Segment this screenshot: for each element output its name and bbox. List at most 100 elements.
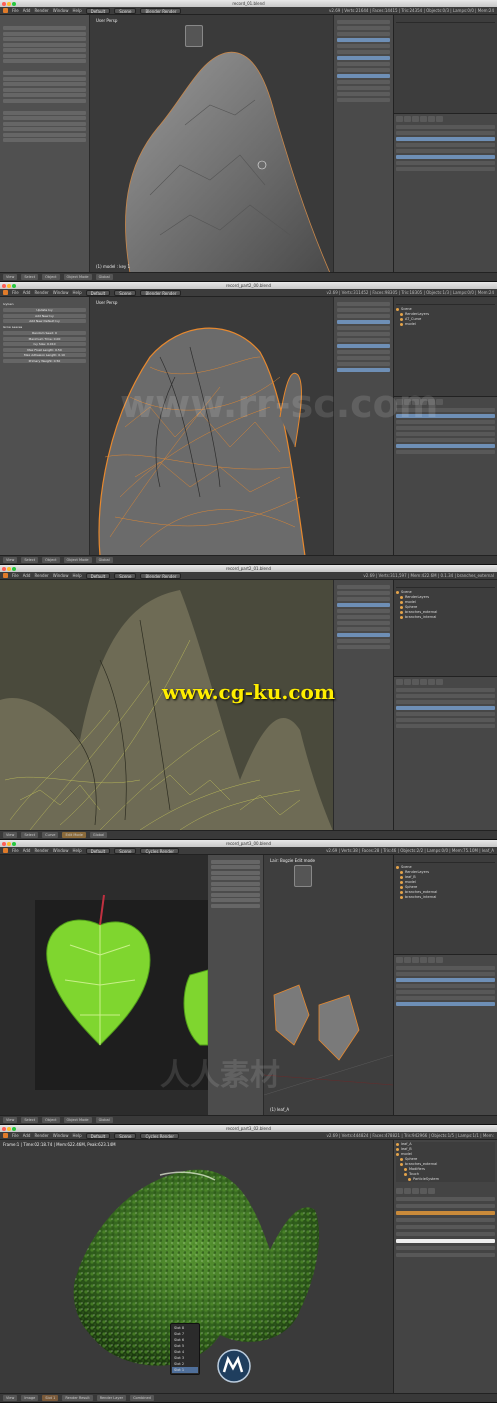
view-menu[interactable]: View [3,1395,18,1401]
outliner-item[interactable]: ParticleSystem [396,1177,495,1182]
mode-selector[interactable]: Edit Mode [62,832,86,838]
prop-field[interactable] [396,131,495,136]
grow-leaves-checkbox[interactable]: Grow Leaves [3,325,86,329]
shelf-button[interactable] [211,876,260,880]
menu-window[interactable]: Window [53,290,69,295]
prop-field[interactable] [396,699,495,704]
object-menu[interactable]: Object [42,274,60,280]
prop-field[interactable] [396,1253,495,1257]
prop-field[interactable] [396,449,495,454]
n-panel-field[interactable] [337,68,390,72]
orientation-selector[interactable]: Global [95,1117,113,1123]
prop-field[interactable] [396,966,495,971]
shelf-button[interactable] [3,48,86,52]
n-panel-field[interactable] [337,86,390,90]
n-panel-field[interactable] [337,603,390,607]
mode-selector[interactable]: Object Mode [63,1117,92,1123]
n-panel-field[interactable] [337,56,390,60]
object-menu[interactable]: Object [42,557,60,563]
shelf-button[interactable] [3,71,86,75]
menu-help[interactable]: Help [72,1133,81,1138]
n-panel-field[interactable] [337,302,390,306]
prop-field[interactable] [396,1211,495,1215]
add-new-default-ivy-button[interactable]: Add New Default Ivy [3,319,86,323]
menu-file[interactable]: File [12,848,19,853]
n-panel-field[interactable] [337,597,390,601]
render-engine-selector[interactable]: Cycles Render [140,847,179,854]
prop-field[interactable] [396,407,495,412]
n-panel-field[interactable] [337,621,390,625]
prop-field[interactable] [396,978,495,983]
shelf-button[interactable] [3,37,86,41]
scene-selector[interactable]: Scene [114,289,137,296]
n-panel-field[interactable] [337,98,390,102]
maximum-time-field[interactable]: Maximum Time: 0.00 [3,336,86,341]
scene-selector[interactable]: Scene [114,1132,137,1139]
prop-field[interactable] [396,1218,495,1222]
view-menu[interactable]: View [3,1117,18,1123]
prop-field[interactable] [396,984,495,989]
menu-add[interactable]: Add [23,1133,31,1138]
prop-field[interactable] [396,972,495,977]
prop-field[interactable] [396,996,495,1001]
layout-selector[interactable]: Default [85,847,111,854]
n-panel-field[interactable] [337,368,390,372]
blender-logo-icon[interactable] [3,848,8,853]
menu-file[interactable]: File [12,290,19,295]
scene-selector[interactable]: Scene [114,847,137,854]
n-panel-field[interactable] [337,645,390,649]
menu-file[interactable]: File [12,573,19,578]
n-panel-field[interactable] [337,38,390,42]
prop-field[interactable] [396,137,495,142]
select-menu[interactable]: Select [21,1117,39,1123]
menu-window[interactable]: Window [53,573,69,578]
shelf-button[interactable] [3,53,86,58]
prop-field[interactable] [396,167,495,172]
select-menu[interactable]: Select [21,274,39,280]
shelf-button[interactable] [211,859,260,864]
shelf-button[interactable] [3,116,86,120]
prop-field[interactable] [396,1246,495,1250]
menu-add[interactable]: Add [23,573,31,578]
n-panel-field[interactable] [337,609,390,613]
3d-viewport[interactable]: User Persp [90,297,333,555]
scene-selector[interactable]: Scene [114,7,137,14]
slot-selector[interactable]: Slot 1 [42,1395,59,1401]
max-float-length-field[interactable]: Max Float Length: 0.50 [3,347,86,352]
menu-add[interactable]: Add [23,848,31,853]
shelf-button[interactable] [3,132,86,137]
prop-field[interactable] [396,723,495,728]
n-panel-field[interactable] [337,26,390,30]
prop-field[interactable] [396,717,495,722]
prop-field[interactable] [396,705,495,710]
prop-field[interactable] [396,155,495,160]
prop-field[interactable] [396,443,495,448]
layout-selector[interactable]: Default [85,289,111,296]
blender-logo-icon[interactable] [3,1133,8,1138]
shelf-button[interactable] [3,31,86,36]
orientation-selector[interactable]: Global [89,832,108,838]
image-editor[interactable] [0,855,208,1115]
properties-tabs[interactable] [396,1188,495,1194]
prop-field[interactable] [396,161,495,166]
mode-selector[interactable]: Object Mode [63,274,92,280]
shelf-button[interactable] [3,110,86,115]
shelf-button[interactable] [3,87,86,92]
prop-field[interactable] [396,1197,495,1201]
render-layer-selector[interactable]: Render Layer [96,1395,127,1401]
properties-tabs[interactable] [396,957,495,964]
n-panel-field[interactable] [337,356,390,360]
prop-field[interactable] [396,1204,495,1208]
properties-tabs[interactable] [396,116,495,123]
n-panel-field[interactable] [337,74,390,78]
n-panel-field[interactable] [337,633,390,637]
scene-selector[interactable]: Scene [114,572,137,579]
shelf-button[interactable] [3,138,86,142]
n-panel-field[interactable] [337,591,390,595]
blender-logo-icon[interactable] [3,290,8,295]
menu-help[interactable]: Help [72,8,81,13]
mode-selector[interactable]: Object Mode [63,557,92,563]
menu-help[interactable]: Help [72,848,81,853]
layout-selector[interactable]: Default [85,1132,111,1139]
n-panel-field[interactable] [337,344,390,348]
